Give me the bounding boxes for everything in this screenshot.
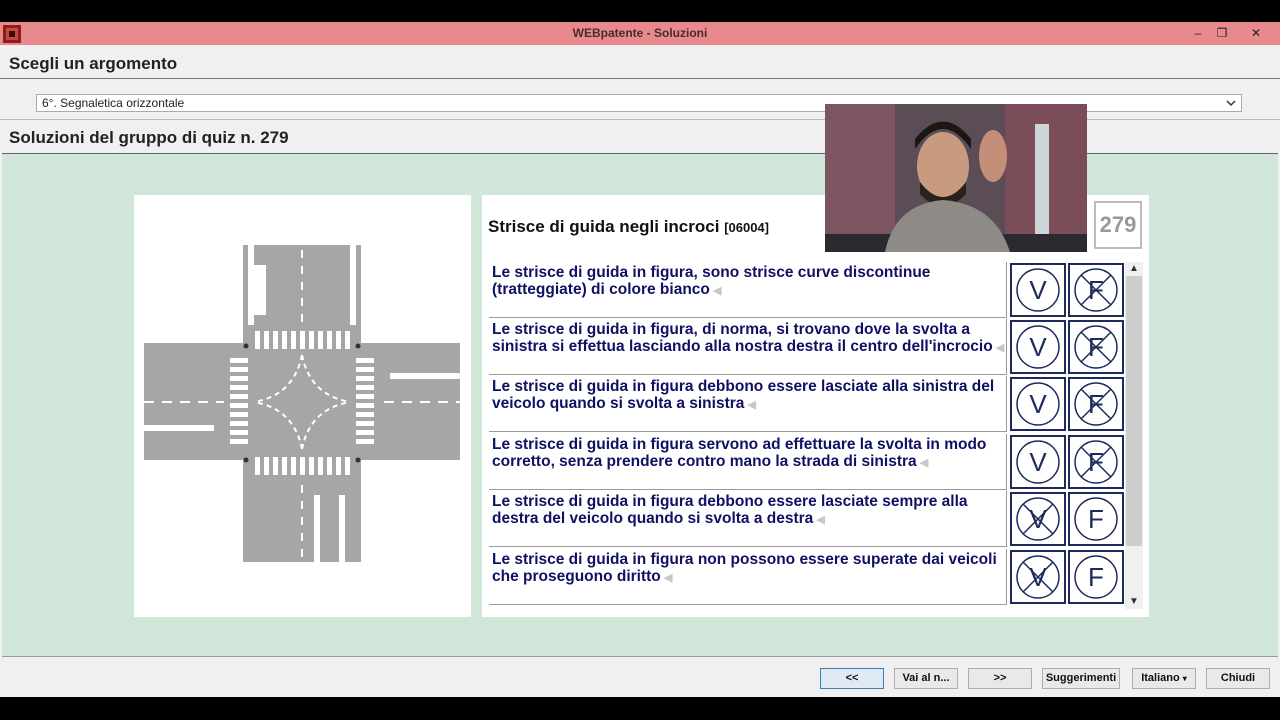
language-dropdown[interactable]: Italiano ▾ xyxy=(1132,668,1196,689)
svg-text:V: V xyxy=(1029,447,1047,477)
minimize-button[interactable]: – xyxy=(1186,22,1210,44)
question-text: Le strisce di guida in figura non posson… xyxy=(489,549,1007,605)
quiz-title: Strisce di guida negli incroci [06004] xyxy=(488,217,769,237)
previous-button[interactable]: << xyxy=(820,668,884,689)
chevron-down-icon xyxy=(1226,100,1236,107)
true-answer-box[interactable]: V xyxy=(1010,263,1066,317)
true-answer-box[interactable]: V xyxy=(1010,435,1066,489)
quiz-figure xyxy=(134,195,471,617)
goto-button[interactable]: Vai al n... xyxy=(894,668,958,689)
topic-selected-value: 6°. Segnaletica orizzontale xyxy=(42,96,185,110)
maximize-button[interactable]: ❐ xyxy=(1210,22,1234,44)
group-heading: Soluzioni del gruppo di quiz n. 279 xyxy=(9,128,289,147)
svg-text:V: V xyxy=(1029,332,1047,362)
false-answer-box[interactable]: F xyxy=(1068,377,1124,431)
question-text: Le strisce di guida in figura servono ad… xyxy=(489,434,1007,490)
question-row: Le strisce di guida in figura, di norma,… xyxy=(489,319,1129,375)
true-circle-icon: V xyxy=(1016,268,1060,312)
false-answer-box[interactable]: F xyxy=(1068,263,1124,317)
false-circle-icon: F xyxy=(1074,325,1118,369)
speaker-icon[interactable]: ◀ xyxy=(993,342,1004,354)
false-circle-icon: F xyxy=(1074,440,1118,484)
false-circle-icon: F xyxy=(1074,497,1118,541)
question-row: Le strisce di guida in figura servono ad… xyxy=(489,434,1129,490)
title-bar[interactable]: WEBpatente - Soluzioni – ❐ ✕ xyxy=(0,22,1280,45)
intersection-illustration xyxy=(144,245,460,562)
scroll-thumb[interactable] xyxy=(1126,276,1142,546)
speaker-icon[interactable]: ◀ xyxy=(917,457,928,469)
false-answer-box[interactable]: F xyxy=(1068,435,1124,489)
question-text-content: Le strisce di guida in figura non posson… xyxy=(492,551,997,585)
app-window: WEBpatente - Soluzioni – ❐ ✕ Scegli un a… xyxy=(0,0,1280,720)
quiz-title-text: Strisce di guida negli incroci xyxy=(488,217,720,236)
close-button[interactable]: Chiudi xyxy=(1206,668,1270,689)
language-label: Italiano xyxy=(1141,672,1180,684)
webcam-overlay xyxy=(825,104,1087,252)
question-panel: Strisce di guida negli incroci [06004] 2… xyxy=(482,195,1149,617)
false-answer-box[interactable]: F xyxy=(1068,550,1124,604)
true-circle-icon: V xyxy=(1016,440,1060,484)
close-window-button[interactable]: ✕ xyxy=(1244,22,1268,44)
question-row: Le strisce di guida in figura non posson… xyxy=(489,549,1129,605)
speaker-icon[interactable]: ◀ xyxy=(710,285,721,297)
hints-button[interactable]: Suggerimenti xyxy=(1042,668,1120,689)
question-text: Le strisce di guida in figura, di norma,… xyxy=(489,319,1007,375)
webcam-video-frame xyxy=(825,104,1087,252)
svg-text:V: V xyxy=(1029,389,1047,419)
true-circle-icon: V xyxy=(1016,497,1060,541)
question-text: Le strisce di guida in figura, sono stri… xyxy=(489,262,1007,318)
true-circle-icon: V xyxy=(1016,382,1060,426)
topic-heading: Scegli un argomento xyxy=(9,54,178,73)
true-circle-icon: V xyxy=(1016,325,1060,369)
false-answer-box[interactable]: F xyxy=(1068,492,1124,546)
svg-text:F: F xyxy=(1088,504,1104,534)
true-circle-icon: V xyxy=(1016,555,1060,599)
question-text: Le strisce di guida in figura debbono es… xyxy=(489,491,1007,547)
question-text-content: Le strisce di guida in figura debbono es… xyxy=(492,493,968,527)
caret-down-icon: ▾ xyxy=(1182,674,1187,683)
false-circle-icon: F xyxy=(1074,555,1118,599)
svg-text:V: V xyxy=(1029,275,1047,305)
speaker-icon[interactable]: ◀ xyxy=(744,399,755,411)
question-row: Le strisce di guida in figura debbono es… xyxy=(489,491,1129,547)
quiz-code: [06004] xyxy=(724,220,769,235)
speaker-icon[interactable]: ◀ xyxy=(813,514,824,526)
true-answer-box[interactable]: V xyxy=(1010,320,1066,374)
next-button[interactable]: >> xyxy=(968,668,1032,689)
speaker-icon[interactable]: ◀ xyxy=(661,572,672,584)
false-circle-icon: F xyxy=(1074,382,1118,426)
question-text-content: Le strisce di guida in figura, di norma,… xyxy=(492,321,993,355)
false-answer-box[interactable]: F xyxy=(1068,320,1124,374)
question-row: Le strisce di guida in figura debbono es… xyxy=(489,376,1129,432)
svg-text:F: F xyxy=(1088,562,1104,592)
question-scrollbar[interactable]: ▲ ▼ xyxy=(1125,262,1143,609)
question-text-content: Le strisce di guida in figura servono ad… xyxy=(492,436,987,470)
main-content: Scegli un argomento 6°. Segnaletica oriz… xyxy=(0,45,1280,697)
window-title: WEBpatente - Soluzioni xyxy=(572,26,708,40)
true-answer-box[interactable]: V xyxy=(1010,377,1066,431)
topic-panel: 6°. Segnaletica orizzontale xyxy=(0,78,1280,120)
scroll-up-icon[interactable]: ▲ xyxy=(1125,262,1143,276)
true-answer-box[interactable]: V xyxy=(1010,550,1066,604)
quiz-number-badge: 279 xyxy=(1094,201,1142,249)
false-circle-icon: F xyxy=(1074,268,1118,312)
bottom-toolbar: << Vai al n... >> Suggerimenti Italiano … xyxy=(0,657,1280,697)
true-answer-box[interactable]: V xyxy=(1010,492,1066,546)
scroll-down-icon[interactable]: ▼ xyxy=(1125,595,1143,609)
question-row: Le strisce di guida in figura, sono stri… xyxy=(489,262,1129,318)
question-text: Le strisce di guida in figura debbono es… xyxy=(489,376,1007,432)
